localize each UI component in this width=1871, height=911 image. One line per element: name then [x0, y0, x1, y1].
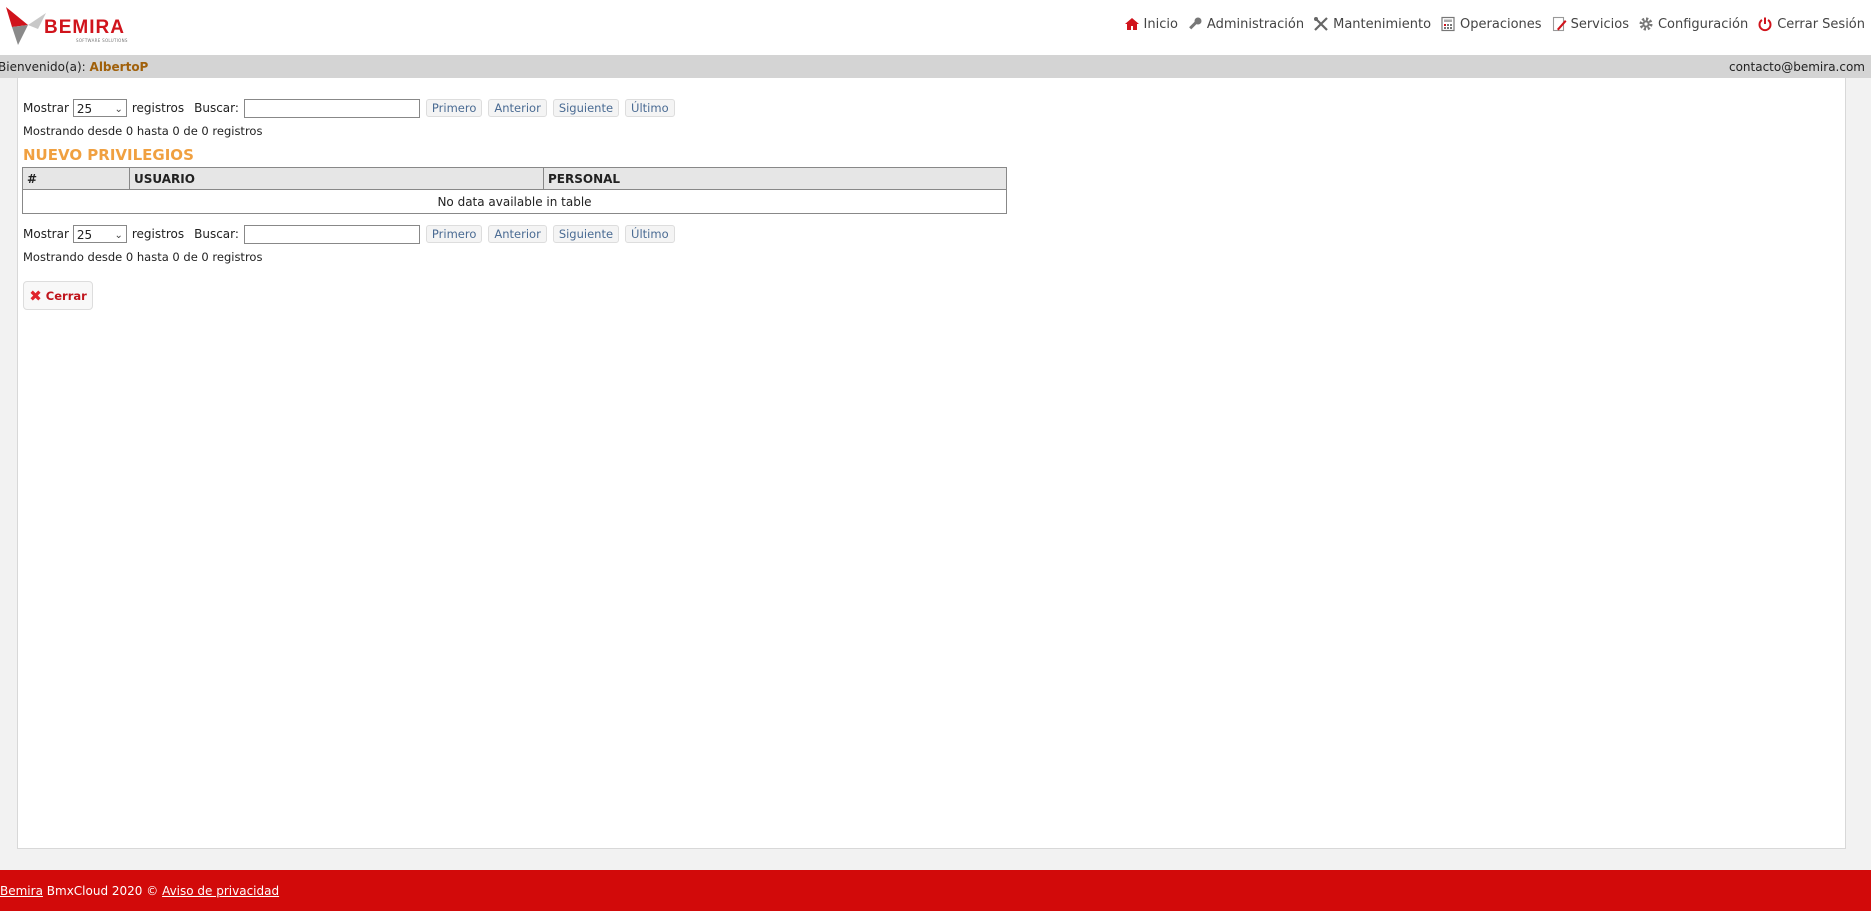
search-input[interactable]	[243, 224, 420, 244]
nav-label: Inicio	[1143, 16, 1178, 32]
logo-mark-icon	[6, 7, 46, 45]
calculator-icon	[1441, 16, 1455, 32]
previous-page-button[interactable]: Anterior	[488, 99, 547, 117]
logo-tagline: SOFTWARE SOLUTIONS	[76, 38, 128, 43]
empty-table-message: No data available in table	[22, 189, 1007, 214]
page-size-value: 25	[76, 228, 93, 242]
chevron-down-icon: ⌄	[114, 104, 123, 115]
home-icon	[1124, 18, 1139, 30]
close-button-label: Cerrar	[45, 288, 87, 303]
header: BEMIRA SOFTWARE SOLUTIONS Inicio Adminis…	[0, 0, 1871, 55]
nav-operaciones[interactable]: Operaciones	[1440, 16, 1542, 32]
column-header-personal[interactable]: PERSONAL	[543, 167, 1007, 190]
table-controls-bottom: Mostrar 25 ⌄ registros Buscar: Primero A…	[23, 223, 675, 245]
nav-label: Mantenimiento	[1333, 16, 1432, 32]
contact-email: contacto@bemira.com	[1728, 60, 1865, 74]
records-label: registros	[131, 101, 185, 115]
page-size-select[interactable]: 25 ⌄	[72, 99, 127, 117]
search-input[interactable]	[243, 98, 420, 118]
search-label: Buscar:	[194, 101, 239, 115]
page-size-value: 25	[76, 102, 93, 116]
nav-inicio[interactable]: Inicio	[1124, 16, 1178, 32]
nav-label: Cerrar Sesión	[1777, 16, 1865, 32]
nav-label: Operaciones	[1460, 16, 1542, 32]
nav-label: Servicios	[1570, 16, 1629, 32]
last-page-button[interactable]: Último	[625, 99, 675, 117]
edit-icon	[1552, 16, 1567, 32]
next-page-button[interactable]: Siguiente	[552, 225, 620, 243]
copyright-text: BmxCloud 2020 ©	[46, 884, 159, 898]
show-label: Mostrar	[23, 101, 69, 115]
page-size-select[interactable]: 25 ⌄	[72, 225, 127, 243]
column-header-number[interactable]: #	[22, 167, 130, 190]
table-controls-top: Mostrar 25 ⌄ registros Buscar: Primero A…	[23, 97, 675, 119]
footer-text: Bemira BmxCloud 2020 © Aviso de privacid…	[0, 884, 279, 898]
tools-icon	[1314, 17, 1328, 31]
nav-label: Configuración	[1657, 16, 1749, 32]
first-page-button[interactable]: Primero	[425, 99, 483, 117]
username: AlbertoP	[89, 60, 149, 74]
last-page-button[interactable]: Último	[625, 225, 675, 243]
search-label: Buscar:	[194, 227, 239, 241]
power-icon	[1758, 17, 1772, 32]
table-row: No data available in table	[22, 189, 1007, 214]
table-info-bottom: Mostrando desde 0 hasta 0 de 0 registros	[23, 250, 263, 264]
table-info-top: Mostrando desde 0 hasta 0 de 0 registros	[23, 124, 263, 138]
table-header-row: # USUARIO PERSONAL	[22, 167, 1007, 190]
nav-servicios[interactable]: Servicios	[1551, 16, 1629, 32]
close-icon: ✖	[29, 286, 42, 305]
close-button[interactable]: ✖ Cerrar	[23, 281, 93, 310]
first-page-button[interactable]: Primero	[425, 225, 483, 243]
nav-cerrar-sesion[interactable]: Cerrar Sesión	[1757, 16, 1865, 32]
nav-administracion[interactable]: Administración	[1187, 16, 1304, 32]
key-icon	[1189, 17, 1202, 30]
welcome-bar: Bienvenido(a): AlbertoP contacto@bemira.…	[0, 55, 1871, 78]
previous-page-button[interactable]: Anterior	[488, 225, 547, 243]
section-title: NUEVO PRIVILEGIOS	[23, 146, 194, 164]
nav-mantenimiento[interactable]: Mantenimiento	[1313, 16, 1431, 32]
records-label: registros	[131, 227, 185, 241]
next-page-button[interactable]: Siguiente	[552, 99, 620, 117]
privileges-table: # USUARIO PERSONAL No data available in …	[22, 167, 1007, 214]
welcome-prefix: Bienvenido(a):	[0, 60, 86, 74]
show-label: Mostrar	[23, 227, 69, 241]
bemira-link[interactable]: Bemira	[0, 884, 43, 898]
privacy-notice-link[interactable]: Aviso de privacidad	[162, 884, 279, 898]
nav-configuracion[interactable]: Configuración	[1638, 16, 1748, 32]
welcome-message: Bienvenido(a): AlbertoP	[0, 60, 148, 74]
column-header-usuario[interactable]: USUARIO	[129, 167, 544, 190]
nav-label: Administración	[1206, 16, 1305, 32]
main-nav: Inicio Administración Mantenimiento Oper…	[1115, 14, 1871, 34]
chevron-down-icon: ⌄	[114, 230, 123, 241]
bemira-logo[interactable]: BEMIRA SOFTWARE SOLUTIONS	[4, 5, 134, 47]
content-panel: Mostrar 25 ⌄ registros Buscar: Primero A…	[17, 78, 1846, 849]
footer: Bemira BmxCloud 2020 © Aviso de privacid…	[0, 870, 1871, 911]
logo-text: BEMIRA	[44, 17, 125, 38]
gear-icon	[1639, 17, 1653, 31]
